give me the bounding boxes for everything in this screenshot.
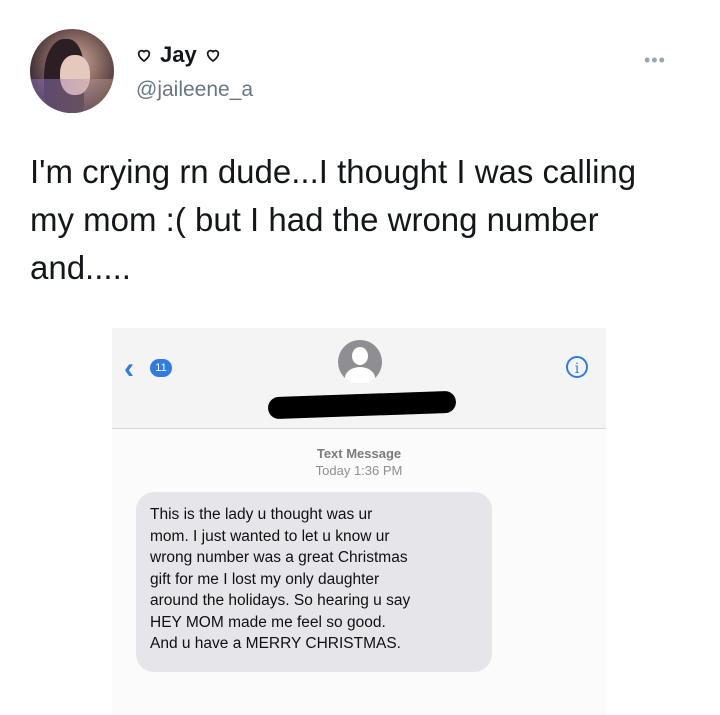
contact-avatar-body (345, 367, 375, 384)
redacted-contact-name (267, 390, 457, 420)
info-icon: i (566, 356, 588, 378)
heart-outline-icon (137, 49, 151, 62)
user-name-row[interactable]: Jay (136, 42, 221, 68)
avatar-tint (30, 79, 114, 113)
contact-avatar-head (352, 347, 368, 365)
display-name[interactable]: Jay (160, 42, 197, 68)
message-type: Text Message (316, 446, 402, 461)
embedded-screenshot: ‹ 11 i Text Message Today 1:36 PM This i… (112, 328, 606, 715)
message-timestamp: Today 1:36 PM (315, 463, 403, 478)
message-bubble: This is the lady u thought was ur mom. I… (136, 492, 492, 672)
back-chevron-icon: ‹ (124, 352, 134, 385)
more-icon[interactable]: ••• (644, 50, 666, 71)
avatar[interactable] (30, 29, 114, 113)
heart-outline-icon (206, 49, 219, 62)
contact-avatar-icon (338, 340, 382, 384)
back-badge: 11 (150, 359, 172, 377)
user-handle[interactable]: @jaileene_a (136, 78, 253, 102)
message-meta: Text Message Today 1:36 PM (112, 445, 606, 479)
tweet-text: I'm crying rn dude...I thought I was cal… (30, 153, 637, 286)
messages-header: ‹ 11 i (112, 328, 606, 429)
